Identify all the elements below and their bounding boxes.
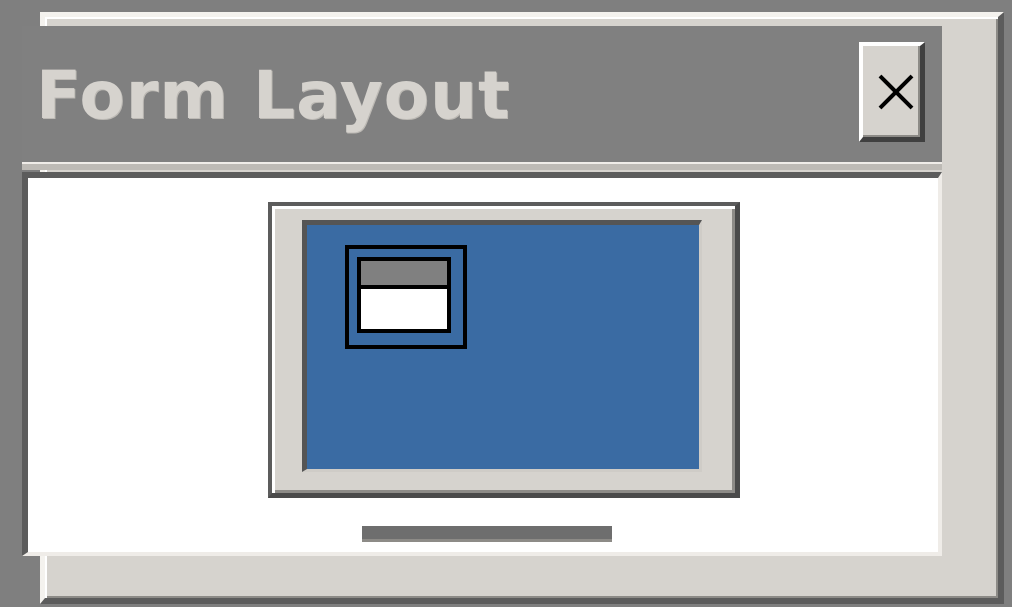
form-window-titlebar xyxy=(361,261,447,285)
form-window-icon[interactable] xyxy=(345,245,467,349)
title-bar[interactable]: Form Layout xyxy=(22,26,942,162)
monitor-screen xyxy=(302,220,702,472)
window-title: Form Layout xyxy=(36,57,511,134)
monitor-stand xyxy=(362,526,612,542)
form-window-body xyxy=(361,289,447,329)
form-window-frame xyxy=(357,257,451,333)
close-button[interactable] xyxy=(859,42,925,142)
monitor-icon xyxy=(268,202,740,498)
close-icon xyxy=(878,74,914,110)
title-separator xyxy=(22,162,942,170)
desktop: Form Layout xyxy=(0,0,1012,607)
